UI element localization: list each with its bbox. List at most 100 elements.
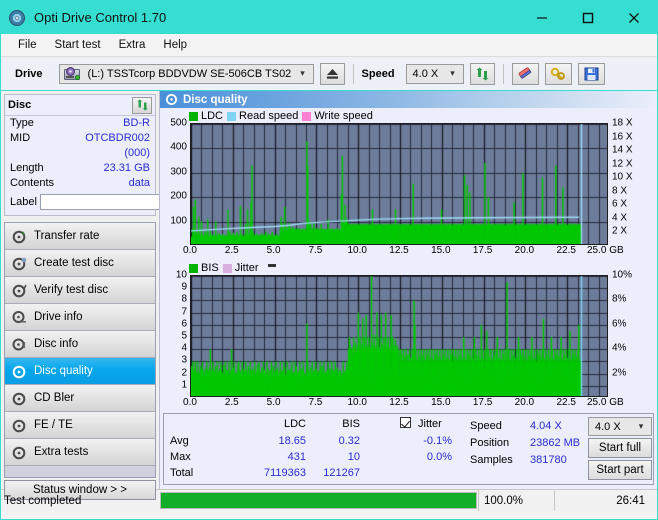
- legend-entry-write-speed: Write speed: [302, 110, 373, 122]
- toolbar: Drive (L:) TSSTcorp BDDVDW SE-506CB TS02…: [1, 57, 657, 91]
- disc-row-contents: Contents data: [5, 176, 155, 191]
- start-part-button[interactable]: Start part: [588, 460, 652, 480]
- menu-bar: File Start test Extra Help: [1, 34, 657, 57]
- x-tick-label: 2.5: [224, 397, 239, 408]
- legend-swatch: [227, 111, 237, 121]
- legend-swatch: [189, 111, 198, 121]
- stats-header-bis: BIS: [342, 418, 360, 430]
- minimize-icon[interactable]: [519, 1, 565, 34]
- speed-select[interactable]: 4.0 X ▾: [405, 63, 464, 84]
- eject-button[interactable]: [319, 62, 345, 85]
- save-button[interactable]: [577, 62, 605, 85]
- maximize-icon[interactable]: [565, 1, 611, 34]
- app-window: Opti Drive Control 1.70 File Start test …: [0, 0, 658, 520]
- ldc-plot-area: [190, 123, 608, 245]
- legend-swatch: [222, 263, 232, 273]
- test-speed-select[interactable]: 4.0 X ▾: [588, 417, 652, 436]
- right-panel: Disc quality LDC Read speed Write speed: [159, 91, 657, 489]
- disc-quality-icon: [12, 364, 27, 379]
- y2-tick-label: 8%: [612, 293, 627, 305]
- sidebar-item-verify-test-disc[interactable]: Verify test disc: [5, 277, 155, 304]
- y-tick-label: 10: [175, 269, 187, 281]
- status-message: Test completed: [4, 494, 82, 507]
- chevron-down-icon: ▾: [638, 421, 644, 431]
- sidebar-item-fe-te[interactable]: FE / TE: [5, 412, 155, 439]
- x-tick-label: 17.5: [472, 245, 493, 256]
- disc-row-value: data: [128, 177, 150, 189]
- drive-select[interactable]: (L:) TSSTcorp BDDVDW SE-506CB TS02 ▾: [58, 63, 314, 84]
- y-tick-label: 5: [181, 330, 187, 342]
- jitter-marker-icon: [267, 263, 276, 267]
- sidebar-item-disc-info[interactable]: Disc info: [5, 331, 155, 358]
- bis-y-axis: 1 2 3 4 5 6 7 8 9 10: [163, 270, 190, 397]
- toolbar-separator: [352, 63, 354, 84]
- sidebar-item-cd-bler[interactable]: CD Bler: [5, 385, 155, 412]
- disc-row-key: MID: [10, 132, 31, 144]
- cd-bler-icon: [12, 391, 27, 406]
- x-tick-label: 5.0: [266, 397, 281, 408]
- x-tick-label: 10.0: [347, 397, 367, 408]
- y2-tick-label: 10 X: [612, 171, 633, 183]
- bis-x-end-label: 25.0 GB: [587, 397, 624, 408]
- jitter-checkbox[interactable]: [400, 417, 411, 429]
- disc-row-mid: MID OTCBDR002 (000): [5, 131, 155, 161]
- stats-header-ldc: LDC: [283, 418, 306, 430]
- refresh-button[interactable]: [469, 62, 495, 85]
- y2-tick-label: 14 X: [612, 144, 633, 156]
- toolbar-separator: [502, 63, 504, 84]
- progress-bar: [160, 492, 477, 509]
- sidebar-item-disc-quality[interactable]: Disc quality: [5, 358, 155, 385]
- y-tick-label: 7: [181, 306, 187, 318]
- menu-item-help[interactable]: Help: [154, 37, 196, 53]
- sidebar-item-create-test-disc[interactable]: Create test disc: [5, 250, 155, 277]
- sidebar-item-label: Create test disc: [34, 257, 114, 269]
- y2-tick-label: 18 X: [612, 117, 633, 129]
- drive-info-icon: [12, 310, 27, 325]
- menu-item-start-test[interactable]: Start test: [46, 37, 110, 53]
- sidebar-item-drive-info[interactable]: Drive info: [5, 304, 155, 331]
- stats-jitter-avg: -0.1%: [423, 435, 452, 447]
- ldc-plot-row: 100 200 300 400 500 2 X4 X 6 X8 X 10 X 12 X 14 X…: [163, 118, 654, 245]
- chevron-down-icon: ▾: [450, 68, 455, 78]
- ldc-speed-axis: 2 X4 X 6 X8 X 10 X 12 X 14 X 16 X 18 X: [608, 118, 640, 245]
- stats-speed-value: 4.04 X: [530, 420, 562, 432]
- x-tick-label: 5.0: [266, 245, 281, 256]
- y-tick-label: 6: [181, 318, 187, 330]
- stats-row-avg-label: Avg: [170, 435, 189, 447]
- start-full-button[interactable]: Start full: [588, 438, 652, 458]
- sidebar-item-transfer-rate[interactable]: Transfer rate: [5, 223, 155, 250]
- x-tick-label: 7.5: [308, 397, 323, 408]
- eraser-icon: [518, 66, 532, 79]
- sidebar-item-label: FE / TE: [34, 419, 73, 431]
- legend-entry-jitter: Jitter: [222, 262, 259, 274]
- menu-item-extra[interactable]: Extra: [110, 37, 155, 53]
- stats-samples-label: Samples: [470, 454, 513, 466]
- stats-samples-value: 381780: [530, 454, 567, 466]
- stats-position-value: 23862 MB: [530, 437, 581, 449]
- x-tick-label: 20.0: [514, 397, 535, 408]
- bis-xaxis-row: 0.0 2.5 5.0 7.5 10.0 12.5 15.0 17.5 20.0 22.5 25.…: [163, 397, 654, 411]
- verify-test-disc-icon: [12, 283, 27, 298]
- y2-tick-label: 6%: [612, 318, 627, 330]
- speed-label: Speed: [361, 67, 395, 80]
- menu-item-file[interactable]: File: [9, 37, 46, 53]
- stats-bis-avg: 0.32: [338, 435, 360, 447]
- sidebar-item-extra-tests[interactable]: Extra tests: [5, 439, 155, 466]
- x-tick-label: 0.0: [183, 397, 197, 408]
- legend-label: BIS: [201, 262, 219, 274]
- bis-chart-legend: BIS Jitter: [163, 261, 654, 275]
- left-sidebar: Disc Type BD-R MID OTCBDR002 (000) Lengt…: [1, 91, 242, 500]
- nav-filler: [5, 466, 155, 477]
- legend-entry-ldc: LDC: [189, 110, 223, 122]
- legend-swatch: [302, 111, 312, 121]
- legend-entry-bis: BIS: [189, 262, 219, 274]
- progress-percent: 100.0%: [478, 490, 554, 511]
- y2-tick-label: 8 X: [612, 185, 628, 197]
- close-icon[interactable]: [611, 1, 657, 34]
- stats-header-jitter: Jitter: [418, 418, 442, 430]
- y-tick-label: 2: [181, 367, 187, 379]
- bis-x-axis: 0.0 2.5 5.0 7.5 10.0 12.5 15.0 17.5 20.0 22.5: [183, 397, 608, 411]
- keys-button[interactable]: [544, 62, 572, 85]
- erase-button[interactable]: [511, 62, 539, 85]
- disc-refresh-button[interactable]: [132, 96, 152, 114]
